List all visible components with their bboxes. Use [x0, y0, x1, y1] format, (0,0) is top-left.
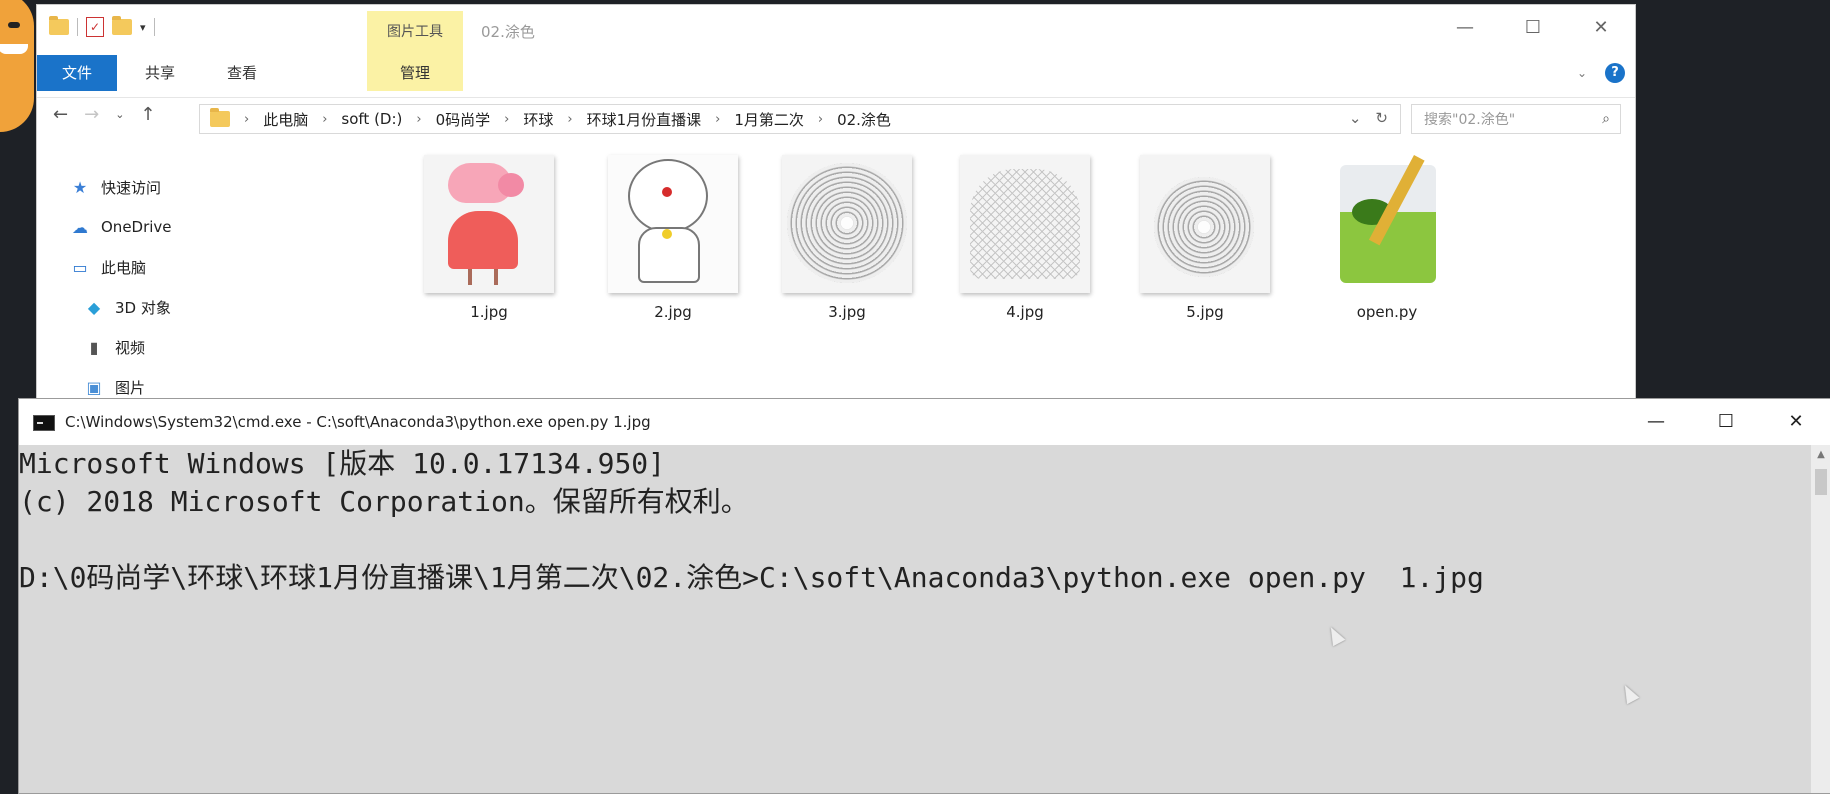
ribbon-right-controls: ⌄ ? — [1577, 63, 1625, 83]
minimize-icon[interactable]: — — [1621, 399, 1691, 445]
cmd-window-controls: — ☐ ✕ — [1621, 399, 1830, 445]
close-icon[interactable]: ✕ — [1761, 399, 1830, 445]
new-folder-icon[interactable] — [112, 16, 132, 35]
window-title: 02.涂色 — [481, 23, 535, 41]
tab-share[interactable]: 共享 — [119, 55, 201, 91]
breadcrumb[interactable]: 环球1月份直播课 — [587, 109, 702, 130]
breadcrumb[interactable]: 环球 — [523, 109, 553, 130]
scroll-up-icon[interactable]: ▲ — [1811, 445, 1830, 465]
peppa-pig-thumbnail — [424, 155, 554, 293]
file-item[interactable]: 4.jpg — [945, 155, 1105, 321]
console-line: D:\0码尚学\环球\环球1月份直播课\1月第二次\02.涂色>C:\soft\… — [19, 561, 1484, 594]
notepad-plus-plus-icon — [1322, 155, 1452, 293]
explorer-title-bar: ✓ ▾ 图片工具 02.涂色 — ☐ ✕ — [37, 5, 1635, 57]
file-item[interactable]: 2.jpg — [593, 155, 753, 321]
picture-icon: ▣ — [86, 377, 102, 397]
mandala-small-thumbnail — [1140, 155, 1270, 293]
cloud-icon: ☁ — [72, 217, 88, 237]
file-item[interactable]: open.py — [1307, 155, 1467, 321]
cmd-window: C:\Windows\System32\cmd.exe - C:\soft\An… — [18, 398, 1830, 794]
cube-icon: ◆ — [87, 297, 101, 317]
expand-ribbon-icon[interactable]: ⌄ — [1577, 66, 1587, 80]
maximize-icon[interactable]: ☐ — [1499, 5, 1567, 51]
up-icon[interactable]: ↑ — [140, 104, 155, 125]
cmd-window-title: C:\Windows\System32\cmd.exe - C:\soft\An… — [65, 413, 651, 431]
nav-item-onedrive[interactable]: ☁ OneDrive — [67, 207, 287, 247]
file-name: 4.jpg — [1006, 303, 1044, 321]
folder-icon[interactable] — [49, 16, 69, 35]
mandala-thumbnail — [782, 155, 912, 293]
breadcrumb[interactable]: soft (D:) — [341, 110, 402, 128]
console-line: Microsoft Windows [版本 10.0.17134.950] — [19, 447, 666, 480]
file-item[interactable]: 3.jpg — [767, 155, 927, 321]
tab-manage[interactable]: 管理 — [367, 55, 463, 91]
film-icon: ▮ — [89, 337, 99, 357]
file-name: 5.jpg — [1186, 303, 1224, 321]
file-item[interactable]: 1.jpg — [409, 155, 569, 321]
tree-thumbnail — [960, 155, 1090, 293]
recent-locations-icon[interactable]: ⌄ — [115, 108, 124, 121]
tab-view[interactable]: 查看 — [201, 55, 283, 91]
desktop-emoji-icon — [0, 0, 34, 132]
address-bar[interactable]: › 此电脑 › soft (D:) › 0码尚学 › 环球 › 环球1月份直播课… — [199, 104, 1401, 134]
nav-item-quick-access[interactable]: ★ 快速访问 — [67, 167, 287, 207]
file-name: 2.jpg — [654, 303, 692, 321]
ribbon-tabs: 文件 主页 共享 查看 管理 — [37, 55, 1635, 91]
close-icon[interactable]: ✕ — [1567, 5, 1635, 51]
file-grid: 1.jpg 2.jpg 3.jpg 4.jpg 5.jpg open.py — [349, 155, 1449, 321]
navigation-pane: ★ 快速访问 ☁ OneDrive ▭ 此电脑 ◆ 3D 对象 ▮ 视频 ▣ 图… — [67, 167, 287, 407]
breadcrumb[interactable]: 0码尚学 — [436, 109, 491, 130]
maximize-icon[interactable]: ☐ — [1691, 399, 1761, 445]
console-icon — [33, 415, 55, 431]
address-folder-icon — [210, 108, 230, 127]
customize-toolbar-icon[interactable]: ▾ — [140, 21, 146, 34]
navigation-buttons: ← → ⌄ ↑ — [53, 104, 156, 125]
back-icon[interactable]: ← — [53, 104, 68, 125]
cmd-title-bar: C:\Windows\System32\cmd.exe - C:\soft\An… — [19, 399, 1830, 445]
quick-access-toolbar: ✓ ▾ — [49, 16, 155, 37]
search-icon: ⌕ — [1602, 111, 1610, 127]
search-input[interactable]: 搜索"02.涂色" ⌕ — [1411, 104, 1621, 134]
properties-icon[interactable]: ✓ — [86, 17, 104, 37]
chevron-down-icon[interactable]: ⌄ — [1349, 109, 1362, 127]
picture-tools-context-group: 图片工具 — [367, 11, 463, 57]
file-name: 3.jpg — [828, 303, 866, 321]
file-explorer-window: ✓ ▾ 图片工具 02.涂色 — ☐ ✕ 文件 主页 共享 查看 管理 ⌄ ? … — [36, 4, 1636, 426]
window-controls: — ☐ ✕ — [1431, 5, 1635, 51]
console-line: (c) 2018 Microsoft Corporation。保留所有权利。 — [19, 485, 749, 518]
address-row: ← → ⌄ ↑ › 此电脑 › soft (D:) › 0码尚学 › 环球 › … — [37, 97, 1635, 134]
address-actions: ⌄ ↻ — [1349, 109, 1388, 127]
breadcrumb[interactable]: 此电脑 — [263, 109, 308, 130]
nav-item-3d-objects[interactable]: ◆ 3D 对象 — [67, 287, 287, 327]
file-item[interactable]: 5.jpg — [1125, 155, 1285, 321]
computer-icon: ▭ — [72, 257, 88, 277]
doraemon-thumbnail — [608, 155, 738, 293]
scrollbar-thumb[interactable] — [1815, 469, 1827, 495]
breadcrumb[interactable]: 02.涂色 — [837, 109, 891, 130]
file-name: 1.jpg — [470, 303, 508, 321]
nav-item-videos[interactable]: ▮ 视频 — [67, 327, 287, 367]
breadcrumb[interactable]: 1月第二次 — [734, 109, 804, 130]
refresh-icon[interactable]: ↻ — [1375, 109, 1388, 127]
forward-icon[interactable]: → — [84, 104, 99, 125]
help-icon[interactable]: ? — [1605, 63, 1625, 83]
nav-item-this-pc[interactable]: ▭ 此电脑 — [67, 247, 287, 287]
console-output[interactable]: Microsoft Windows [版本 10.0.17134.950] (c… — [19, 445, 1809, 793]
star-icon: ★ — [72, 177, 88, 197]
vertical-scrollbar[interactable]: ▲ — [1811, 445, 1830, 793]
tab-file[interactable]: 文件 — [37, 55, 117, 91]
file-name: open.py — [1356, 303, 1418, 321]
minimize-icon[interactable]: — — [1431, 5, 1499, 51]
